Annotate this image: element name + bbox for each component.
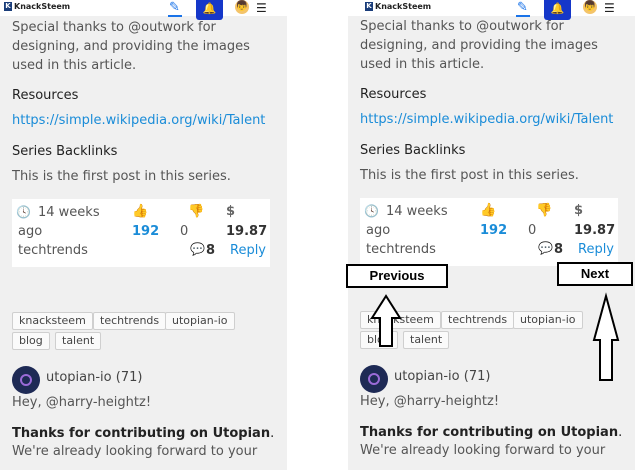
resources-link[interactable]: https://simple.wikipedia.org/wiki/Talent [360, 112, 613, 127]
post-stats-card: 🕓 14 weeks ago techtrends 👍 192 👎 0 $ 19… [12, 199, 270, 267]
series-backlinks-text: This is the first post in this series. [12, 169, 231, 184]
comments-icon[interactable]: 💬 [538, 241, 553, 255]
logo-text: KnackSteem [14, 2, 71, 11]
write-post-pencil-icon[interactable]: ✎ [168, 0, 182, 17]
notifications-bell-icon[interactable]: 🔔 [196, 0, 223, 20]
series-backlinks-heading: Series Backlinks [12, 144, 118, 159]
comment-bold-text: Thanks for contributing on Utopian [12, 426, 271, 441]
reply-link[interactable]: Reply [578, 242, 614, 257]
downvote-icon[interactable]: 👎 [188, 204, 204, 219]
right-screen-panel: K KnackSteem ✎ 🔔 👦 ☰ Special thanks to @… [348, 0, 635, 470]
top-bar: K KnackSteem ✎ 🔔 👦 ☰ [0, 0, 287, 20]
left-screen-panel: K KnackSteem ✎ 🔔 👦 ☰ Special thanks to @… [0, 0, 287, 470]
comment-bold-suffix: . [618, 425, 623, 440]
commenter-name[interactable]: utopian-io (71) [46, 370, 142, 385]
downvote-count: 0 [528, 223, 537, 238]
resources-link[interactable]: https://simple.wikipedia.org/wiki/Talent [12, 113, 265, 128]
thanks-line: Special thanks to @outwork for [360, 19, 564, 34]
clock-icon: 🕓 [16, 205, 31, 219]
write-post-pencil-icon[interactable]: ✎ [516, 0, 530, 17]
app-logo[interactable]: K KnackSteem [365, 2, 431, 11]
comment-next-line: We're already looking forward to your [360, 443, 606, 458]
payout-value: 19.87 [226, 224, 268, 239]
next-annotation-box: Next [557, 262, 633, 286]
user-avatar-icon[interactable]: 👦 [235, 0, 249, 14]
post-age-suffix: ago [18, 224, 43, 239]
previous-annotation-box: Previous [346, 264, 448, 288]
reply-link[interactable]: Reply [230, 243, 266, 258]
tag-blog[interactable]: blog [12, 332, 50, 350]
post-age: 14 weeks [38, 205, 100, 220]
comment-next-line: We're already looking forward to your [12, 444, 258, 459]
comments-icon[interactable]: 💬 [190, 242, 205, 256]
logo-mark-icon: K [365, 2, 373, 11]
tag-techtrends[interactable]: techtrends [93, 312, 167, 330]
thanks-line-2: designing, and providing the images [12, 39, 250, 54]
downvote-count: 0 [180, 224, 189, 239]
thanks-line-3: used in this article. [12, 58, 137, 73]
payout-dollar-icon: $ [574, 203, 584, 218]
post-stats-card: 🕓 14 weeks ago techtrends 👍 192 👎 0 $ 19… [360, 198, 618, 266]
upvote-icon[interactable]: 👍 [480, 203, 496, 218]
tag-utopian-io[interactable]: utopian-io [165, 312, 235, 330]
payout-value: 19.87 [574, 223, 616, 238]
resources-heading: Resources [12, 88, 79, 103]
thanks-line-3: used in this article. [360, 57, 485, 72]
upvote-count: 192 [480, 223, 508, 238]
app-logo[interactable]: K KnackSteem [4, 2, 70, 11]
resources-heading: Resources [360, 87, 427, 102]
post-age-suffix: ago [366, 223, 391, 238]
comments-count: 8 [554, 242, 564, 257]
post-age: 14 weeks [386, 204, 448, 219]
clock-icon: 🕓 [364, 204, 379, 218]
commenter-name[interactable]: utopian-io (71) [394, 369, 490, 384]
comments-count: 8 [206, 243, 216, 258]
comment-bold-text: Thanks for contributing on Utopian [360, 425, 619, 440]
payout-dollar-icon: $ [226, 204, 236, 219]
upvote-count: 192 [132, 224, 160, 239]
commenter-avatar[interactable] [360, 365, 388, 393]
series-backlinks-text: This is the first post in this series. [360, 168, 579, 183]
tag-talent[interactable]: talent [55, 332, 102, 350]
tag-utopian-io[interactable]: utopian-io [513, 311, 583, 329]
comment-greeting: Hey, @harry-heightz! [360, 394, 500, 409]
tag-techtrends[interactable]: techtrends [441, 311, 515, 329]
menu-icon[interactable]: ☰ [604, 1, 615, 15]
thanks-line-2: designing, and providing the images [360, 38, 598, 53]
comment-bold-line: Thanks for contributing on Utopian. [360, 425, 622, 440]
user-avatar-icon[interactable]: 👦 [583, 0, 597, 14]
post-category[interactable]: techtrends [366, 242, 436, 257]
comment-greeting: Hey, @harry-heightz! [12, 395, 152, 410]
panel-gap [287, 0, 348, 470]
upvote-icon[interactable]: 👍 [132, 204, 148, 219]
comment-bold-line: Thanks for contributing on Utopian. [12, 426, 274, 441]
thanks-line: Special thanks to @outwork for [12, 20, 216, 35]
tag-blog[interactable]: blog [360, 331, 398, 349]
tag-knacksteem[interactable]: knacksteem [12, 312, 93, 330]
logo-mark-icon: K [4, 2, 12, 11]
tag-talent[interactable]: talent [403, 331, 450, 349]
commenter-avatar[interactable] [12, 366, 40, 394]
comment-bold-suffix: . [270, 426, 275, 441]
menu-icon[interactable]: ☰ [256, 1, 267, 15]
series-backlinks-heading: Series Backlinks [360, 143, 466, 158]
top-bar: K KnackSteem ✎ 🔔 👦 ☰ [348, 0, 635, 20]
tag-knacksteem[interactable]: knacksteem [360, 311, 441, 329]
downvote-icon[interactable]: 👎 [536, 203, 552, 218]
logo-text: KnackSteem [375, 2, 432, 11]
post-category[interactable]: techtrends [18, 243, 88, 258]
